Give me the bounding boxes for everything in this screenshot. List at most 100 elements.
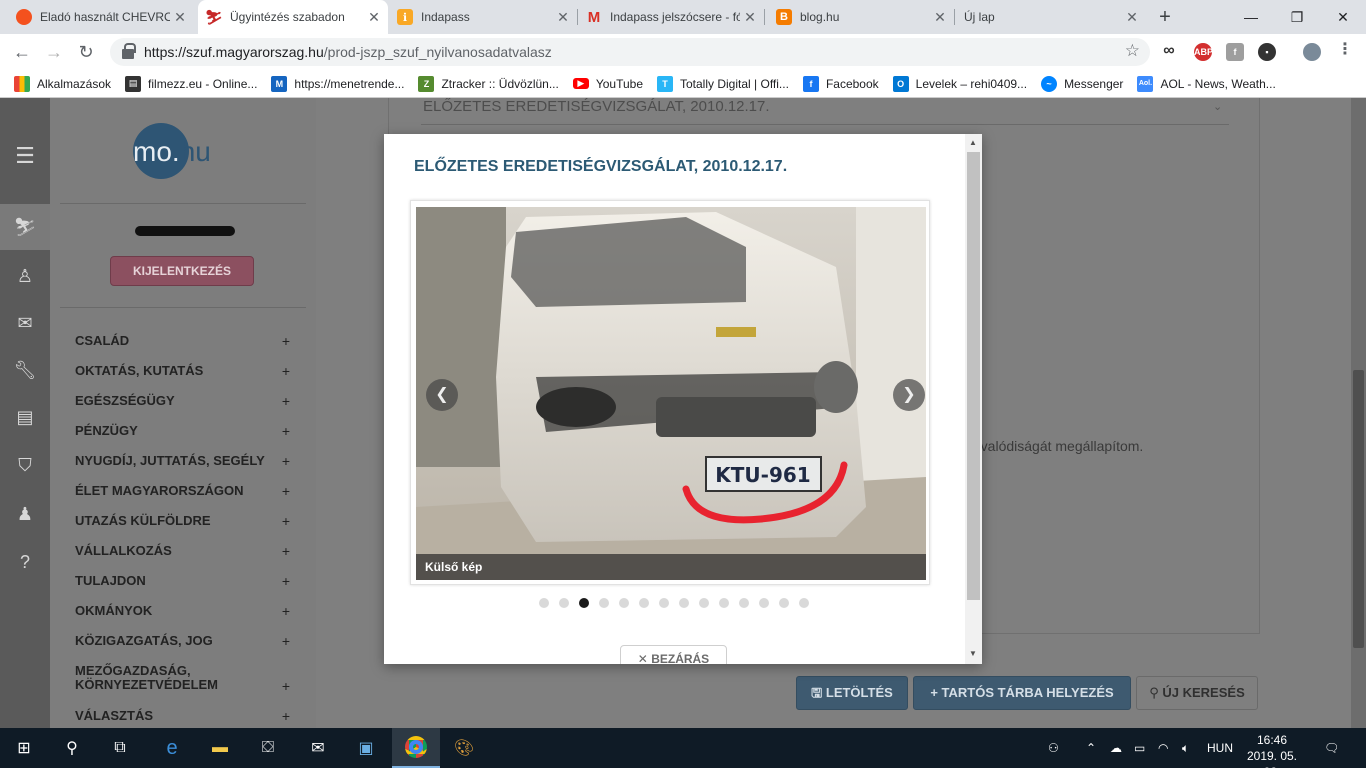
mohu-logo[interactable]: mo.hu — [133, 136, 211, 168]
close-icon[interactable]: ✕ — [930, 9, 950, 26]
scrollbar-thumb[interactable] — [967, 152, 980, 600]
carousel-dot[interactable] — [739, 598, 749, 608]
download-button[interactable]: 🖫︎ LETÖLTÉS — [796, 676, 908, 710]
scroll-up-icon[interactable]: ▲ — [969, 138, 977, 147]
help-icon[interactable]: ? — [0, 539, 50, 585]
page-scrollbar[interactable] — [1351, 98, 1366, 728]
store-icon[interactable]: ⛋ — [244, 728, 292, 768]
expand-plus-icon[interactable]: + — [282, 454, 290, 468]
edge-icon[interactable]: e — [148, 728, 196, 768]
facebook-extension-icon[interactable]: f — [1226, 43, 1244, 61]
close-icon[interactable]: ✕ — [740, 9, 760, 26]
bookmark-totally-digital[interactable]: T Totally Digital | Offi... — [657, 75, 789, 92]
user-icon[interactable]: ♙ — [0, 253, 50, 299]
bookmark-outlook[interactable]: O Levelek – rehi0409... — [892, 75, 1027, 92]
carousel-dot[interactable] — [559, 598, 569, 608]
forward-icon[interactable]: → — [42, 40, 66, 64]
carousel-dot[interactable] — [699, 598, 709, 608]
expand-plus-icon[interactable]: + — [282, 634, 290, 648]
chrome-icon[interactable] — [392, 728, 440, 768]
media-extension-icon[interactable]: ▪ — [1258, 43, 1276, 61]
bookmark-aol[interactable]: Aol. AOL - News, Weath... — [1137, 75, 1276, 92]
expand-plus-icon[interactable]: + — [282, 484, 290, 498]
minimize-icon[interactable]: — — [1228, 0, 1274, 34]
tab-ugyintezes[interactable]: ⛷ Ügyintézés szabadon ✕ — [198, 0, 388, 34]
bookmark-filmezz[interactable]: ▤ filmezz.eu - Online... — [125, 75, 257, 92]
tab-indapass-jelszo[interactable]: M Indapass jelszócsere - fó ✕ — [578, 0, 764, 34]
scroll-down-icon[interactable]: ▼ — [969, 649, 977, 658]
new-search-button[interactable]: ⚲ ÚJ KERESÉS — [1136, 676, 1258, 710]
carousel-dot[interactable] — [539, 598, 549, 608]
expand-plus-icon[interactable]: + — [282, 574, 290, 588]
battery-icon[interactable]: ▭ — [1134, 728, 1145, 768]
bookmark-apps[interactable]: Alkalmazások — [14, 75, 111, 92]
adblock-icon[interactable]: ABP — [1194, 43, 1213, 61]
mail-icon[interactable]: ✉ — [0, 300, 50, 346]
bookmark-menetrend[interactable]: M https://menetrende... — [271, 75, 404, 92]
next-slide-icon[interactable]: ❯ — [893, 379, 925, 411]
expand-plus-icon[interactable]: + — [282, 424, 290, 438]
menu-kebab-icon[interactable]: ⋮ — [1336, 42, 1354, 61]
bookmark-youtube[interactable]: ▶ YouTube — [572, 77, 643, 91]
carousel-dot[interactable] — [799, 598, 809, 608]
carousel-dot[interactable] — [619, 598, 629, 608]
menu-item-nyugdij[interactable]: NYUGDÍJ, JUTTATÁS, SEGÉLY + — [75, 454, 290, 484]
file-explorer-icon[interactable]: ▬ — [196, 728, 244, 768]
clock[interactable]: 16:46 2019. 05. 02. — [1243, 732, 1301, 768]
carousel-dot[interactable] — [579, 598, 589, 608]
menu-item-egeszsegugy[interactable]: EGÉSZSÉGÜGY + — [75, 394, 290, 424]
ugyintezes-icon[interactable]: ⛷ — [0, 204, 50, 250]
wrench-icon[interactable]: 🔧︎ — [0, 347, 50, 393]
expand-plus-icon[interactable]: + — [282, 334, 290, 348]
accordion-header[interactable]: ELŐZETES EREDETISÉGVIZSGÁLAT, 2010.12.17… — [423, 98, 770, 115]
chevron-down-icon[interactable]: ⌄ — [1213, 100, 1222, 113]
wifi-icon[interactable]: ◠ — [1158, 728, 1168, 768]
bookmark-ztracker[interactable]: Z Ztracker :: Üdvözlün... — [418, 75, 559, 92]
expand-plus-icon[interactable]: + — [282, 394, 290, 408]
menu-item-valasztas[interactable]: VÁLASZTÁS + — [75, 709, 290, 728]
add-user-icon[interactable]: ♟ — [0, 491, 50, 537]
mail-icon[interactable]: ✉ — [294, 728, 342, 768]
window-close-icon[interactable]: ✕ — [1320, 0, 1366, 34]
close-icon[interactable]: ✕ — [553, 9, 573, 26]
close-icon[interactable]: ✕ — [1122, 9, 1142, 26]
menu-item-csalad[interactable]: CSALÁD + — [75, 334, 290, 364]
shield-icon[interactable]: ⛉ — [0, 442, 50, 488]
modal-scrollbar[interactable]: ▲ ▼ — [965, 134, 982, 664]
notifications-icon[interactable]: 🗨︎ — [1324, 728, 1339, 768]
close-icon[interactable]: ✕ — [364, 9, 384, 26]
save-to-storage-button[interactable]: + TARTÓS TÁRBA HELYEZÉS — [913, 676, 1131, 710]
carousel-dot[interactable] — [639, 598, 649, 608]
carousel-dot[interactable] — [779, 598, 789, 608]
tray-chevron-icon[interactable]: ⌃ — [1086, 728, 1096, 768]
news-icon[interactable]: ▤ — [0, 394, 50, 440]
carousel-dot[interactable] — [759, 598, 769, 608]
tab-indapass[interactable]: ℹ Indapass ✕ — [389, 0, 577, 34]
expand-plus-icon[interactable]: + — [282, 709, 290, 723]
expand-plus-icon[interactable]: + — [282, 679, 290, 693]
windows-start-icon[interactable]: ⊞ — [0, 728, 48, 768]
address-bar[interactable]: https://szuf.magyarorszag.hu /prod-jszp_… — [110, 38, 1150, 66]
hamburger-menu-icon[interactable]: ☰ — [0, 133, 50, 179]
expand-plus-icon[interactable]: + — [282, 514, 290, 528]
close-icon[interactable]: ✕ — [170, 9, 190, 26]
bookmark-star-icon[interactable]: ☆ — [1125, 41, 1140, 61]
restore-icon[interactable]: ❐ — [1274, 0, 1320, 34]
menu-item-okmanyok[interactable]: OKMÁNYOK + — [75, 604, 290, 634]
close-button[interactable]: ✕ BEZÁRÁS — [620, 645, 727, 664]
prev-slide-icon[interactable]: ❮ — [426, 379, 458, 411]
remote-desktop-icon[interactable]: ▣ — [342, 728, 390, 768]
menu-item-utazas[interactable]: UTAZÁS KÜLFÖLDRE + — [75, 514, 290, 544]
people-icon[interactable]: ⚇ — [1048, 728, 1059, 768]
new-tab-plus-icon[interactable]: + — [1153, 5, 1177, 29]
reload-icon[interactable]: ↻ — [74, 40, 98, 64]
volume-icon[interactable]: 🔈︎ — [1182, 728, 1189, 768]
tab-chevrolet[interactable]: Eladó használt CHEVROLET ✕ — [8, 0, 194, 34]
menu-item-vallalkozas[interactable]: VÁLLALKOZÁS + — [75, 544, 290, 574]
scrollbar-thumb[interactable] — [1353, 370, 1364, 648]
carousel-dot[interactable] — [679, 598, 689, 608]
menu-item-penzugy[interactable]: PÉNZÜGY + — [75, 424, 290, 454]
paint-icon[interactable]: 🎨︎ — [440, 728, 488, 768]
task-view-icon[interactable]: ⧉ — [96, 728, 144, 768]
carousel-dot[interactable] — [599, 598, 609, 608]
